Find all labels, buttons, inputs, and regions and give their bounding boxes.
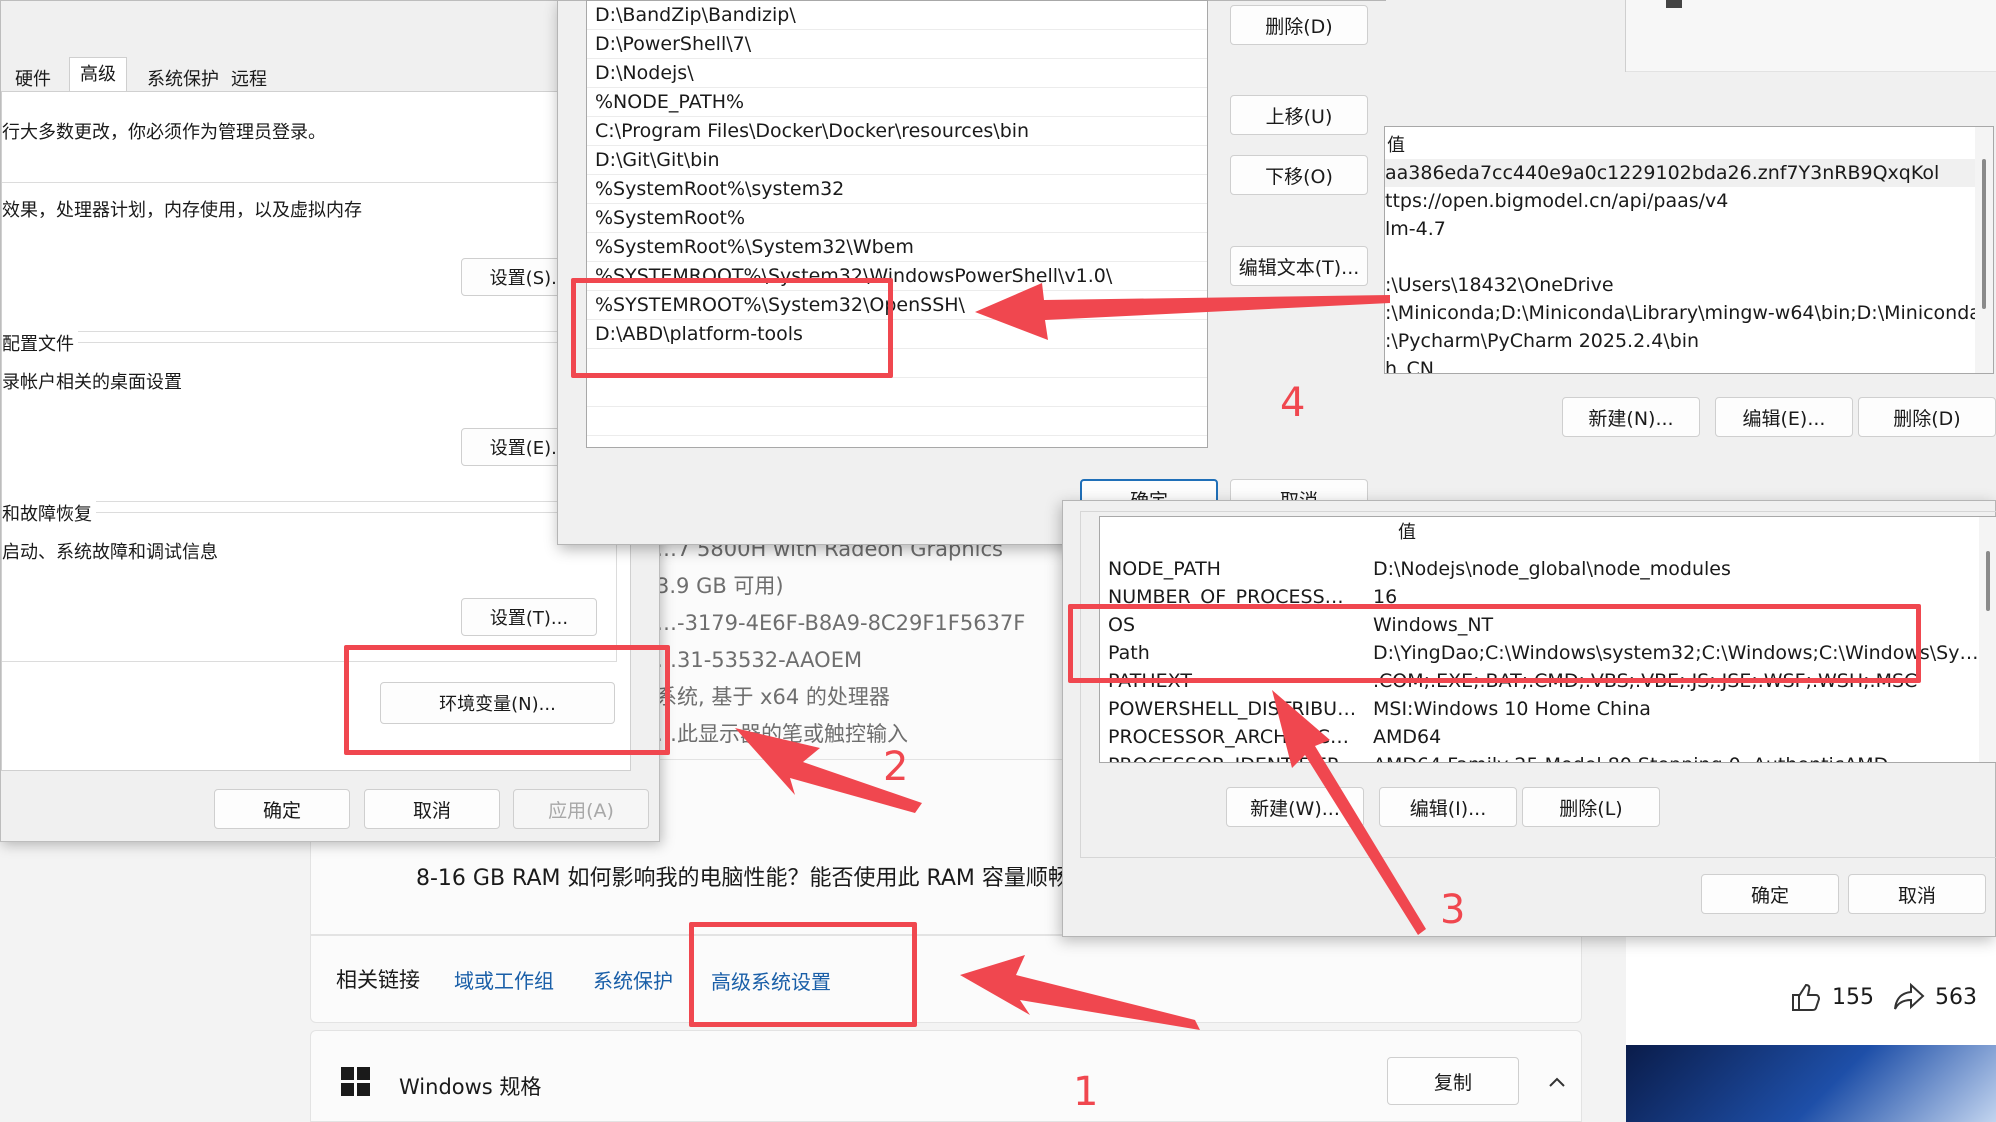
- arrow-3: [1272, 690, 1426, 935]
- step-number-3: 3: [1440, 887, 1466, 933]
- annotation-arrows: [735, 283, 1426, 1030]
- step-number-1: 1: [1073, 1069, 1099, 1115]
- arrow-1: [960, 955, 1200, 1030]
- step-number-2: 2: [883, 744, 909, 790]
- step-number-4: 4: [1280, 380, 1306, 426]
- arrow-4: [975, 283, 1390, 340]
